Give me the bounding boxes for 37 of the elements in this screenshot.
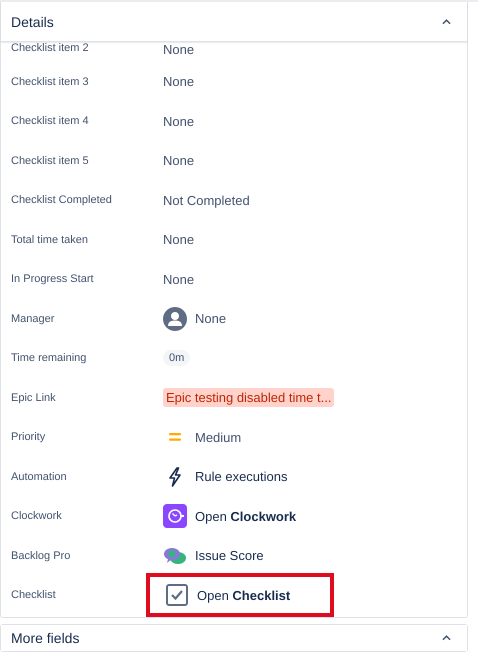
field-link[interactable]: Issue Score xyxy=(195,548,264,564)
field-label: Checklist Completed xyxy=(11,194,113,206)
section-title: Details xyxy=(11,14,54,30)
field-value: None xyxy=(195,311,226,326)
field-value: None xyxy=(163,42,194,57)
field-label: Checklist item 5 xyxy=(11,154,90,167)
avatar-icon xyxy=(163,306,187,331)
details-header[interactable]: Details xyxy=(1,2,467,42)
field-label: Manager xyxy=(11,312,56,325)
field-label: Total time taken xyxy=(11,234,90,246)
field-value: None xyxy=(163,232,194,248)
field-label: Checklist item 3 xyxy=(11,76,90,88)
field-label: Checklist xyxy=(11,589,57,602)
field-value: None xyxy=(163,153,194,168)
field-value: Not Completed xyxy=(163,192,250,208)
field-label: Checklist item 2 xyxy=(11,42,90,54)
field-label: Priority xyxy=(11,431,46,444)
field-label: Time remaining xyxy=(11,352,88,364)
field-value: None xyxy=(163,74,194,90)
field-label: Clockwork xyxy=(11,510,63,522)
field-value: Medium xyxy=(195,430,242,445)
field-label: Automation xyxy=(11,470,68,483)
section-title: More fields xyxy=(11,630,80,646)
more-fields-header[interactable]: More fields xyxy=(1,625,467,651)
clock-icon xyxy=(163,504,187,528)
field-link[interactable]: Rule executions xyxy=(195,469,288,484)
field-value: None xyxy=(163,272,194,287)
field-label: In Progress Start xyxy=(11,273,95,286)
field-label: Epic Link xyxy=(11,392,57,404)
epic-lozenge[interactable]: Epic testing disabled time t... xyxy=(163,388,334,408)
field-value: None xyxy=(163,114,194,129)
field-label: Checklist item 4 xyxy=(11,115,90,128)
time-lozenge: 0m xyxy=(163,350,190,366)
field-link[interactable]: Open Clockwork xyxy=(195,508,296,524)
open-checklist-link[interactable]: Open Checklist xyxy=(146,573,334,618)
checkbox-icon xyxy=(165,583,189,608)
field-label: Backlog Pro xyxy=(11,550,72,562)
